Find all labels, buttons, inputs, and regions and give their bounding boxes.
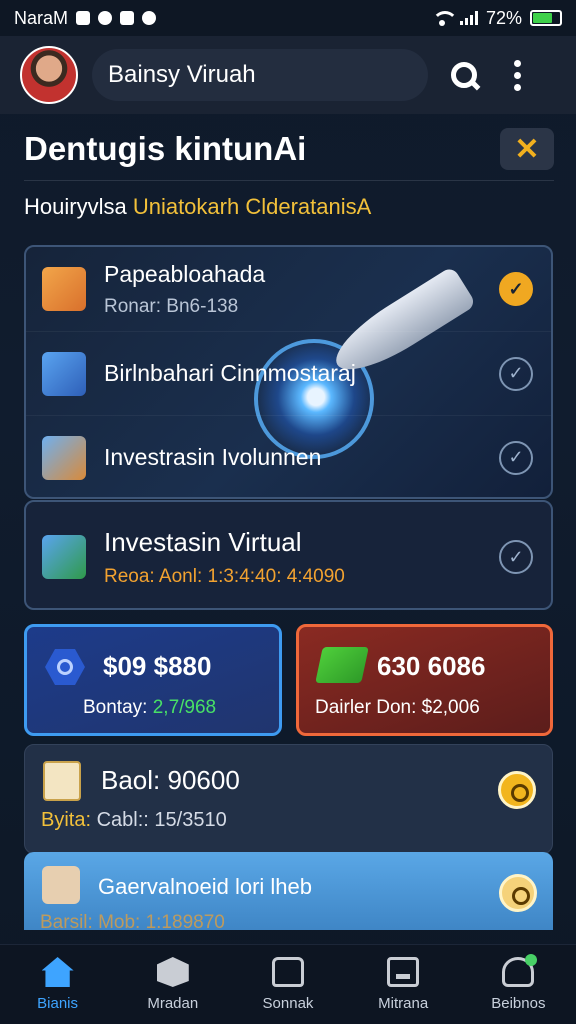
box-icon xyxy=(156,957,189,987)
option-row[interactable]: Papeabloahada Ronar: Bn6-138 ✓ xyxy=(26,247,551,331)
avatar[interactable] xyxy=(20,46,78,104)
check-circle-icon[interactable]: ✓ xyxy=(499,540,533,574)
nav-label: Bianis xyxy=(37,995,79,1012)
shield-icon xyxy=(142,11,157,25)
bag-icon xyxy=(271,957,304,987)
option-row: Investasin Virtual Reoa: Aonl: 1:3:4:40:… xyxy=(26,510,551,604)
page-title: Dentugis kintunAi xyxy=(24,130,307,167)
option-row[interactable]: Investrasin Ivolunnen ✓ xyxy=(26,415,551,497)
document-icon xyxy=(43,761,81,801)
close-icon: ✕ xyxy=(514,132,540,166)
balance-title: Baol: 90600 xyxy=(101,765,240,795)
option-row[interactable]: Birlnbahari Cinnmostaraj ✓ xyxy=(26,331,551,415)
highlight-subtitle: Barsil: Mob: 1:189870 xyxy=(40,912,225,930)
coin-icon[interactable] xyxy=(498,771,536,809)
balance-card[interactable]: Baol: 90600 Byita: Cabl:: 15/3510 xyxy=(24,744,553,854)
more-dot-icon xyxy=(514,71,521,79)
check-circle-icon[interactable]: ✓ xyxy=(499,440,533,475)
option-title: Birlnbahari Cinnmostaraj xyxy=(104,360,356,386)
search-text: Bainsy Viruah xyxy=(108,61,256,88)
signal-icon xyxy=(459,11,478,25)
stat-label: Bontay: 2,7/968 xyxy=(83,697,216,719)
stat-card-blue[interactable]: $09 $880 Bontay: 2,7/968 xyxy=(24,624,282,736)
highlight-card[interactable]: Gaervalnoeid lori lheb Barsil: Mob: 1:18… xyxy=(24,852,553,930)
stat-value: 630 6086 xyxy=(377,651,486,681)
server-icon xyxy=(42,435,86,480)
option-title: Papeabloahada xyxy=(104,260,266,287)
notification-icon xyxy=(76,11,91,25)
nav-label: Sonnak xyxy=(262,995,314,1012)
wifi-icon xyxy=(431,11,458,26)
option-subtitle: Reoa: Aonl: 1:3:4:40: 4:4090 xyxy=(104,565,345,587)
package-icon xyxy=(42,267,86,311)
option-title: Investasin Virtual xyxy=(104,526,302,557)
balance-sub-value: Cabl:: 15/3510 xyxy=(96,809,227,831)
option-title: Investrasin Ivolunnen xyxy=(104,444,322,470)
nav-label: Mradan xyxy=(147,995,199,1012)
subtitle-main: Houiryvlsa xyxy=(24,194,127,219)
search-button[interactable] xyxy=(442,53,486,97)
stat-card-red[interactable]: 630 6086 Dairler Don: $2,006 xyxy=(296,624,553,736)
building-icon xyxy=(42,351,86,396)
search-icon xyxy=(451,62,477,88)
divider xyxy=(24,180,554,181)
nav-label: Beibnos xyxy=(491,995,546,1012)
nav-item-mitrana[interactable]: Mitrana xyxy=(348,957,458,1012)
nav-item-bianis[interactable]: Bianis xyxy=(3,957,113,1012)
stat-label-value: 2,7/968 xyxy=(152,697,217,718)
more-dot-icon xyxy=(514,59,521,67)
home-icon xyxy=(41,957,74,987)
page-subtitle: Houiryvlsa Uniatokarh ClderatanisA xyxy=(24,194,371,220)
check-circle-icon[interactable]: ✓ xyxy=(499,356,533,391)
battery-icon xyxy=(530,10,562,26)
hexagon-icon xyxy=(45,649,85,685)
nav-item-sonnak[interactable]: Sonnak xyxy=(233,957,343,1012)
highlight-title: Gaervalnoeid lori lheb xyxy=(98,874,313,899)
balance-sub-label: Byita: xyxy=(41,809,92,831)
nav-item-beibnos[interactable]: Beibnos xyxy=(463,954,573,1012)
battery-percent: 72% xyxy=(485,7,522,28)
more-options-button[interactable] xyxy=(514,59,521,91)
user-icon xyxy=(502,954,538,987)
coin-icon[interactable] xyxy=(499,874,537,912)
top-bar: Bainsy Viruah xyxy=(0,36,576,114)
cash-icon xyxy=(315,647,369,683)
checked-icon[interactable]: ✓ xyxy=(499,272,533,306)
stat-value: $09 $880 xyxy=(103,651,212,681)
cargo-icon xyxy=(42,866,80,904)
investment-options-panel: Papeabloahada Ronar: Bn6-138 ✓ Birlnbaha… xyxy=(24,245,553,499)
message-icon xyxy=(120,11,135,25)
status-bar: NaraM 72% xyxy=(0,0,576,36)
close-button[interactable]: ✕ xyxy=(500,128,554,170)
nav-item-mradan[interactable]: Mradan xyxy=(118,957,228,1012)
subtitle-tail: A xyxy=(356,194,372,219)
nav-label: Mitrana xyxy=(378,995,429,1012)
sync-icon xyxy=(98,11,113,25)
screen-icon xyxy=(387,957,420,987)
option-subtitle: Ronar: Bn6-138 xyxy=(104,295,239,317)
featured-option-card[interactable]: Investasin Virtual Reoa: Aonl: 1:3:4:40:… xyxy=(24,500,553,610)
search-field[interactable]: Bainsy Viruah xyxy=(92,49,428,101)
plant-box-icon xyxy=(42,535,86,579)
balance-subtitle: Byita: Cabl:: 15/3510 xyxy=(41,809,227,832)
subtitle-accent: Uniatokarh Clderatanis xyxy=(132,194,357,219)
carrier-label: NaraM xyxy=(14,7,69,28)
bottom-navigation: Bianis Mradan Sonnak Mitrana Beibnos xyxy=(0,944,576,1024)
more-dot-icon xyxy=(514,83,521,91)
stat-label: Dairler Don: $2,006 xyxy=(315,697,480,718)
stat-label-text: Bontay: xyxy=(83,697,148,718)
